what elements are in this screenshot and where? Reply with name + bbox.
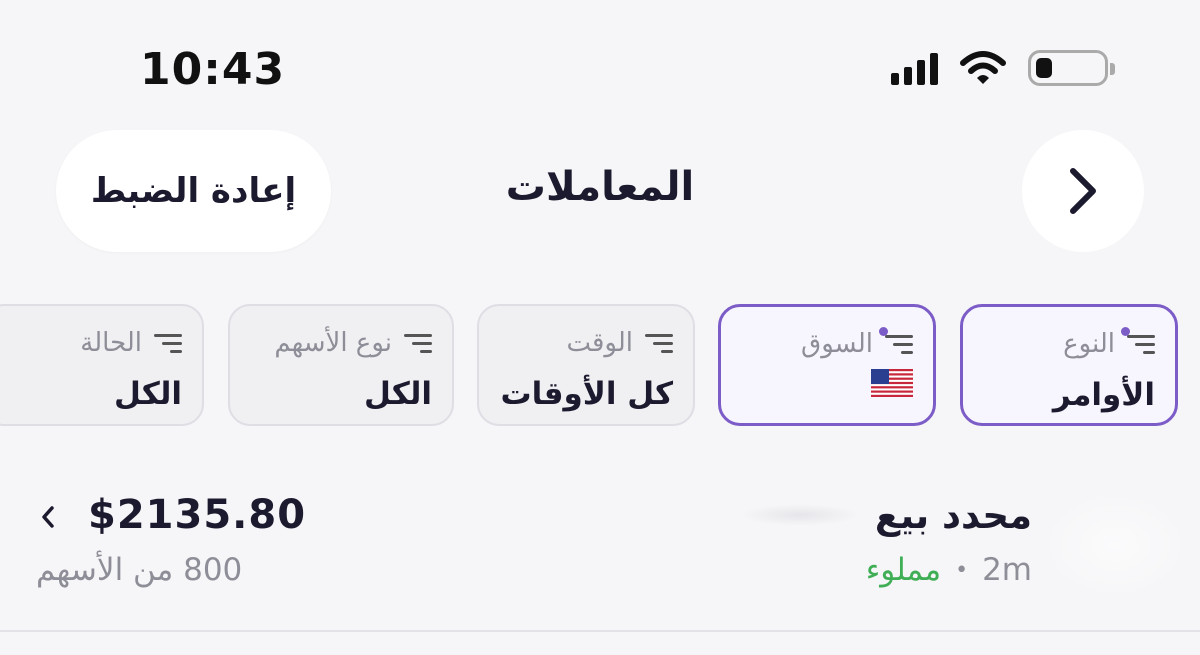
transaction-time: 2m [982,552,1032,588]
page-title: المعاملات [505,164,695,210]
filter-icon [402,332,432,354]
filter-value: كل الأوقات [500,376,673,412]
filter-label: نوع الأسهم [274,328,392,358]
filter-label: النوع [1063,329,1115,359]
transaction-meta: مملوء • 2m [866,552,1032,588]
redacted-logo [1040,490,1190,600]
filter-icon [643,332,673,354]
status-icons [891,50,1115,86]
us-flag-icon [871,369,913,397]
redacted-text [740,504,860,526]
transaction-amount: $2135.80 [88,492,307,538]
chevron-right-icon [1070,168,1096,214]
divider [0,630,1200,632]
transaction-status: مملوء [865,552,942,588]
filter-label: الوقت [566,328,633,358]
separator-dot: • [955,557,969,583]
filter-label: السوق [801,329,873,359]
transactions-screen: 10:43 إعادة الضبط المعاملات النوع الأوام… [0,0,1200,655]
filter-chip-type[interactable]: النوع الأوامر [960,304,1178,426]
status-time: 10:43 [140,44,286,95]
filter-chip-status[interactable]: الحالة الكل [0,304,204,426]
wifi-icon [960,51,1006,84]
filter-chip-market[interactable]: السوق [718,304,936,426]
transaction-title: محدد بيع [874,494,1032,537]
chevron-left-icon [42,506,54,528]
filter-icon [1121,327,1155,355]
filter-label: الحالة [80,328,142,358]
filter-icon [879,327,913,355]
filter-chip-stock-type[interactable]: نوع الأسهم الكل [228,304,454,426]
filter-chip-time[interactable]: الوقت كل الأوقات [477,304,695,426]
filter-icon [152,332,182,354]
filter-value: الكل [364,376,432,412]
filter-value: الأوامر [1052,377,1155,413]
filter-value: الكل [114,376,182,412]
battery-icon [1028,50,1115,86]
signal-icon [891,51,938,85]
back-button[interactable] [1022,130,1144,252]
transaction-shares: 800 من الأسهم [36,552,243,588]
